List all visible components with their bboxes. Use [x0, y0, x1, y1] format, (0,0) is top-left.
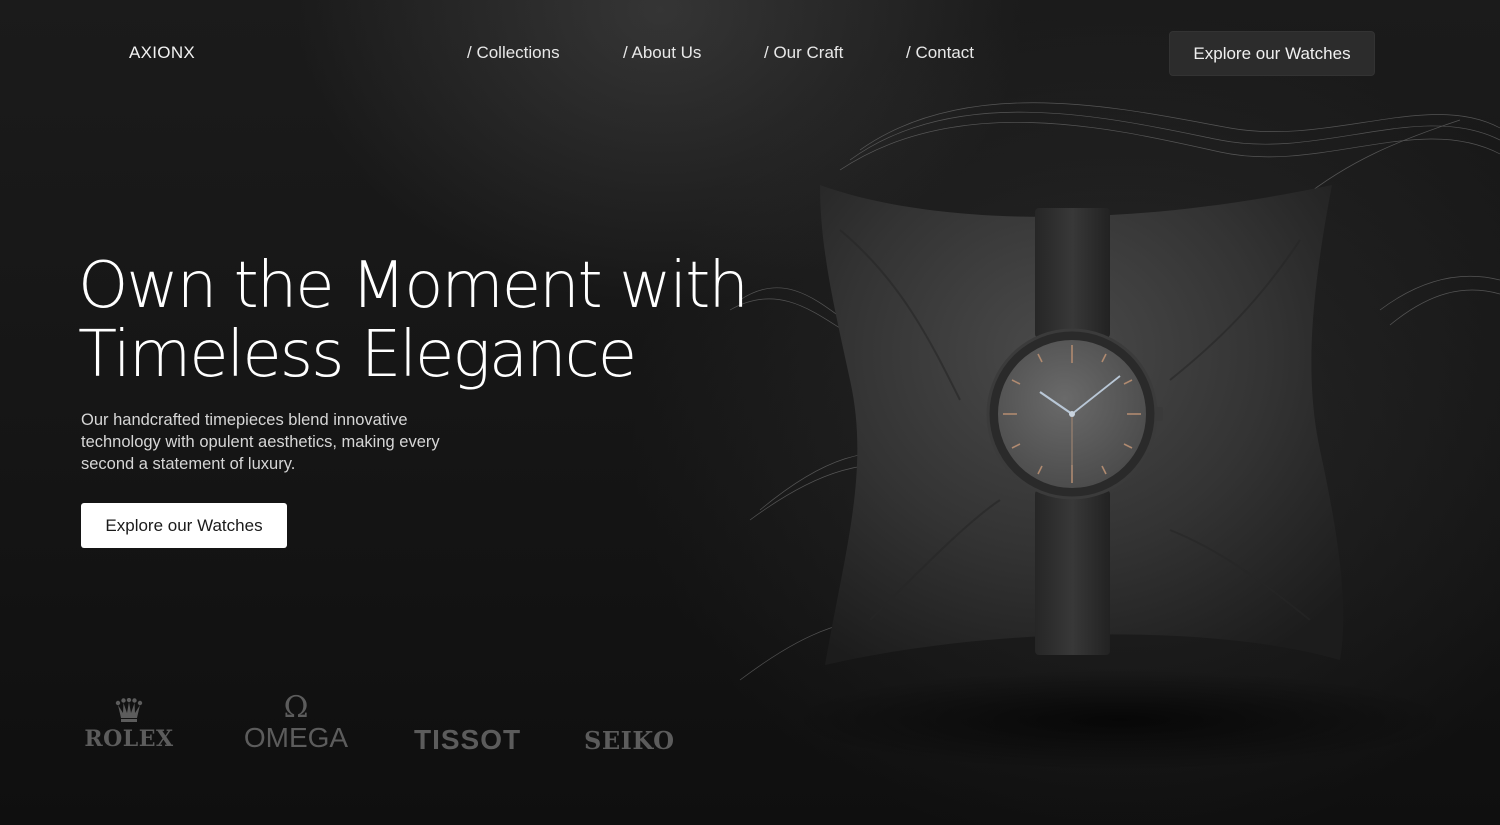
hero-headline: Own the Moment with Timeless Elegance	[78, 252, 798, 390]
rolex-logo: ROLEX	[80, 698, 178, 752]
seiko-logo: SEIKO	[584, 726, 675, 755]
landing-page: AXIONX / Collections / About Us / Our Cr…	[0, 0, 1500, 825]
hero-explore-button[interactable]: Explore our Watches	[81, 503, 287, 548]
rolex-wordmark: ROLEX	[84, 726, 174, 752]
hand-pivot	[1069, 411, 1075, 417]
watch-strap-top	[1035, 208, 1110, 338]
headline-line-2: Timeless Elegance	[78, 318, 637, 392]
watch-on-pillow-illustration	[729, 102, 1500, 770]
tissot-logo: TISSOT	[414, 724, 522, 755]
nav-contact[interactable]: / Contact	[906, 43, 974, 63]
watch-strap-bottom	[1035, 490, 1110, 655]
crown-icon	[115, 698, 143, 722]
pillow-shadow	[790, 670, 1450, 770]
hero-subtext: Our handcrafted timepieces blend innovat…	[81, 411, 440, 473]
omega-icon: Ω	[283, 690, 309, 725]
watch-crown	[1155, 407, 1163, 421]
omega-wordmark: OMEGA	[243, 722, 349, 753]
partner-brands: ROLEX Ω OMEGA TISSOT SEIKO	[0, 690, 720, 770]
header-explore-button[interactable]: Explore our Watches	[1169, 31, 1375, 76]
nav-about-us[interactable]: / About Us	[623, 43, 701, 63]
headline-line-1: Own the Moment with	[78, 249, 749, 323]
nav-our-craft[interactable]: / Our Craft	[764, 43, 843, 63]
omega-logo: Ω OMEGA	[239, 690, 353, 754]
nav-collections[interactable]: / Collections	[467, 43, 560, 63]
